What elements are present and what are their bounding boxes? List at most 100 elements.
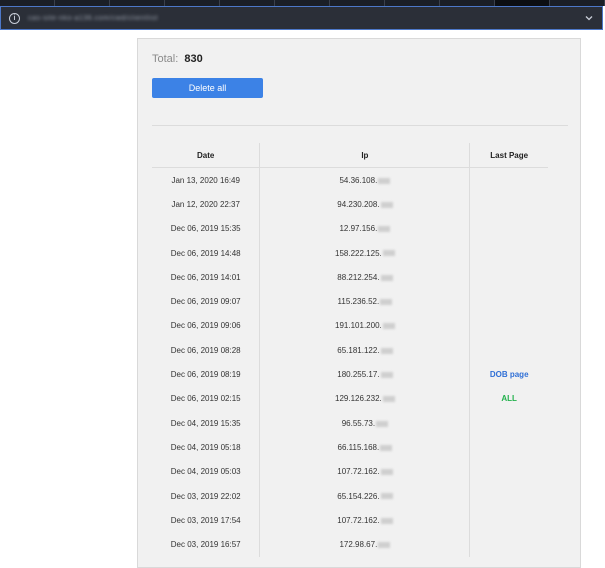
page-gap (0, 30, 605, 37)
ip-text: 94.230.208. (337, 199, 380, 209)
table-row: Dec 06, 2019 09:07 115.236.52. (152, 289, 548, 314)
table-row: Dec 04, 2019 05:03 107.72.162. (152, 459, 548, 484)
cell-ip: 96.55.73. (259, 410, 471, 436)
cell-last-page (470, 435, 548, 459)
ip-redaction (382, 323, 395, 330)
ip-redaction (382, 396, 395, 403)
ip-redaction (382, 250, 395, 257)
cell-last-page (470, 265, 548, 289)
total-value: 830 (184, 53, 203, 65)
table-row: Dec 06, 2019 02:15 129.126.232. ALL (152, 386, 548, 411)
table-row: Dec 04, 2019 15:35 96.55.73. (152, 410, 548, 436)
ip-redaction (376, 420, 389, 427)
cell-last-page (470, 532, 548, 556)
cell-last-page (470, 289, 548, 313)
ip-text: 115.236.52. (337, 297, 380, 307)
ip-redaction (380, 299, 393, 306)
ip-text: 172.98.67. (339, 540, 378, 550)
ip-text: 65.154.226. (337, 491, 380, 501)
table-row: Dec 06, 2019 15:35 12.97.156. (152, 216, 548, 241)
cell-date: Dec 06, 2019 14:48 (152, 240, 261, 266)
ip-text: 12.97.156. (339, 224, 378, 234)
url-text[interactable]: cas-site-nko-a136.com/cwd/clientlist (28, 15, 158, 22)
cell-last-page (470, 314, 548, 338)
table-row: Dec 03, 2019 22:02 65.154.226. (152, 483, 548, 509)
cell-last-page (470, 411, 548, 435)
column-header-last-page[interactable]: Last Page (469, 143, 548, 168)
ip-text: 88.212.254. (337, 272, 380, 282)
table-row: Jan 12, 2020 22:37 94.230.208. (152, 192, 548, 217)
cell-last-page: DOB page (470, 362, 548, 386)
ip-redaction (380, 469, 393, 476)
column-header-ip[interactable]: Ip (259, 143, 471, 168)
ip-text: 107.72.162. (337, 467, 380, 477)
ip-redaction (378, 177, 391, 184)
cell-ip: 54.36.108. (259, 167, 471, 193)
cell-date: Dec 06, 2019 08:28 (152, 338, 261, 363)
cell-ip: 107.72.162. (259, 459, 471, 484)
table-row: Dec 06, 2019 14:01 88.212.254. (152, 265, 548, 290)
cell-ip: 12.97.156. (259, 216, 471, 241)
cell-last-page (470, 241, 548, 265)
ip-redaction (380, 371, 393, 378)
cell-last-page (470, 508, 548, 532)
ip-text: 54.36.108. (339, 175, 378, 185)
cell-last-page: ALL (470, 387, 548, 411)
cell-ip: 66.115.168. (259, 435, 471, 460)
table-body: Jan 13, 2020 16:49 54.36.108. Jan 12, 2020… (152, 167, 548, 557)
address-bar[interactable]: i cas-site-nko-a136.com/cwd/clientlist (0, 6, 603, 30)
cell-last-page (470, 217, 548, 241)
table-row: Dec 06, 2019 09:06 191.101.200. (152, 313, 548, 339)
ip-redaction (380, 517, 393, 524)
ip-text: 66.115.168. (337, 442, 380, 452)
table-row: Dec 06, 2019 14:48 158.222.125. (152, 240, 548, 266)
cell-ip: 107.72.162. (259, 508, 471, 533)
ip-text: 191.101.200. (335, 321, 382, 331)
ip-text: 65.181.122. (337, 345, 380, 355)
ip-redaction (380, 201, 393, 208)
cell-last-page (470, 192, 548, 216)
info-icon[interactable]: i (9, 12, 20, 24)
table-row: Dec 04, 2019 05:18 66.115.168. (152, 435, 548, 460)
visits-table: Date Ip Last Page Jan 13, 2020 16:49 54.3… (152, 143, 548, 557)
ip-redaction (378, 541, 391, 548)
cell-ip: 172.98.67. (259, 532, 471, 557)
cell-last-page (470, 484, 548, 508)
cell-ip: 88.212.254. (259, 265, 471, 290)
cell-date: Dec 03, 2019 17:54 (152, 508, 261, 533)
table-row: Jan 13, 2020 16:49 54.36.108. (152, 167, 548, 193)
divider (152, 125, 568, 126)
cell-date: Dec 06, 2019 02:15 (152, 386, 261, 411)
visits-panel: Total: 830 Delete all Date Ip Last Page … (137, 38, 581, 568)
ip-text: 107.72.162. (337, 515, 380, 525)
delete-all-button[interactable]: Delete all (152, 78, 263, 98)
last-page-all: ALL (501, 394, 517, 404)
table-header-row: Date Ip Last Page (152, 143, 548, 168)
table-row: Dec 03, 2019 17:54 107.72.162. (152, 508, 548, 533)
cell-ip: 115.236.52. (259, 289, 471, 314)
cell-last-page (470, 460, 548, 484)
cell-ip: 65.181.122. (259, 338, 471, 363)
ip-redaction (380, 274, 393, 281)
chevron-down-icon[interactable] (584, 13, 594, 23)
ip-text: 129.126.232. (335, 394, 382, 404)
column-header-date[interactable]: Date (152, 143, 261, 168)
cell-last-page (470, 168, 548, 193)
cell-date: Dec 06, 2019 08:19 (152, 362, 261, 387)
table-row: Dec 03, 2019 16:57 172.98.67. (152, 532, 548, 557)
cell-date: Dec 04, 2019 05:03 (152, 459, 261, 484)
cell-date: Dec 06, 2019 14:01 (152, 265, 261, 290)
table-row: Dec 06, 2019 08:19 180.255.17. DOB page (152, 362, 548, 387)
last-page-link[interactable]: DOB page (490, 370, 529, 379)
ip-redaction (380, 347, 393, 354)
cell-ip: 65.154.226. (259, 483, 471, 509)
ip-text: 158.222.125. (335, 248, 382, 258)
cell-date: Dec 03, 2019 16:57 (152, 532, 261, 557)
cell-date: Dec 06, 2019 15:35 (152, 216, 261, 241)
address-bar-left: i cas-site-nko-a136.com/cwd/clientlist (9, 12, 158, 24)
cell-ip: 180.255.17. (259, 362, 471, 387)
cell-ip: 129.126.232. (259, 386, 471, 411)
total-count: Total: 830 (152, 53, 203, 65)
cell-date: Jan 12, 2020 22:37 (152, 192, 261, 217)
cell-ip: 191.101.200. (259, 313, 471, 339)
